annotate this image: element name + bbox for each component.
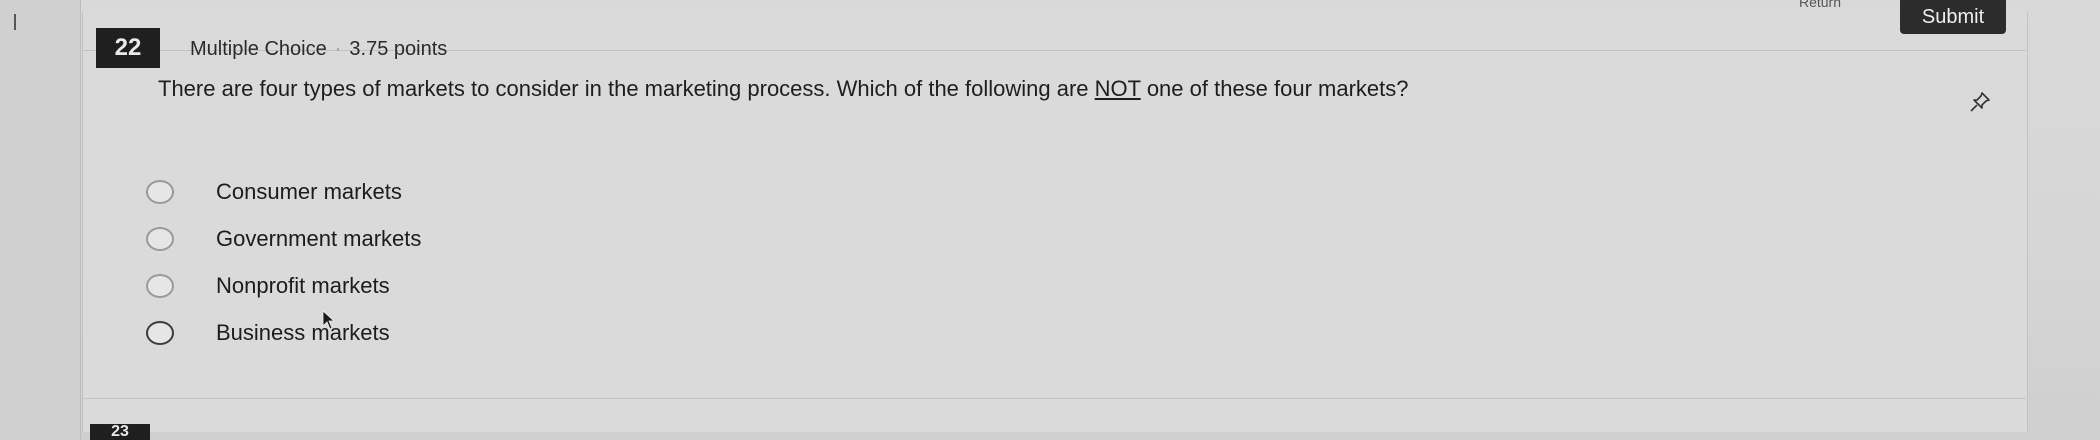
question-meta: Multiple Choice · 3.75 points [190,38,447,61]
question-type: Multiple Choice [190,38,327,60]
submit-button[interactable]: Submit [1900,0,2006,34]
prompt-emphasis: NOT [1094,76,1141,101]
pin-icon[interactable] [1968,90,1992,114]
edge-mark [14,14,16,30]
return-button[interactable]: Return [1772,0,1868,10]
option-nonprofit-markets[interactable]: Nonprofit markets [146,262,421,309]
option-government-markets[interactable]: Government markets [146,215,421,262]
option-consumer-markets[interactable]: Consumer markets [146,168,421,215]
question-points: 3.75 points [349,38,448,60]
option-label: Nonprofit markets [216,272,390,298]
option-label: Consumer markets [216,178,402,204]
quiz-page: Return Submit 22 Multiple Choice · 3.75 po… [0,0,2100,440]
answer-options: Consumer markets Government markets Nonp… [146,168,421,356]
prompt-text-after: one of these four markets? [1140,76,1409,101]
radio-icon[interactable] [146,226,174,251]
question-prompt: There are four types of markets to consi… [158,76,1409,102]
left-rail [0,0,81,440]
next-question-number-badge: 23 [90,424,150,440]
radio-icon[interactable] [146,179,174,204]
question-divider [82,398,2026,399]
question-number-badge: 22 [96,28,160,68]
option-label: Business markets [216,319,390,345]
prompt-text-before: There are four types of markets to consi… [158,76,1095,101]
radio-icon[interactable] [146,273,174,298]
radio-icon[interactable] [146,320,174,345]
option-label: Government markets [216,225,422,251]
mouse-cursor-icon [322,310,336,330]
option-business-markets[interactable]: Business markets [146,309,421,356]
meta-separator: · [334,38,342,60]
